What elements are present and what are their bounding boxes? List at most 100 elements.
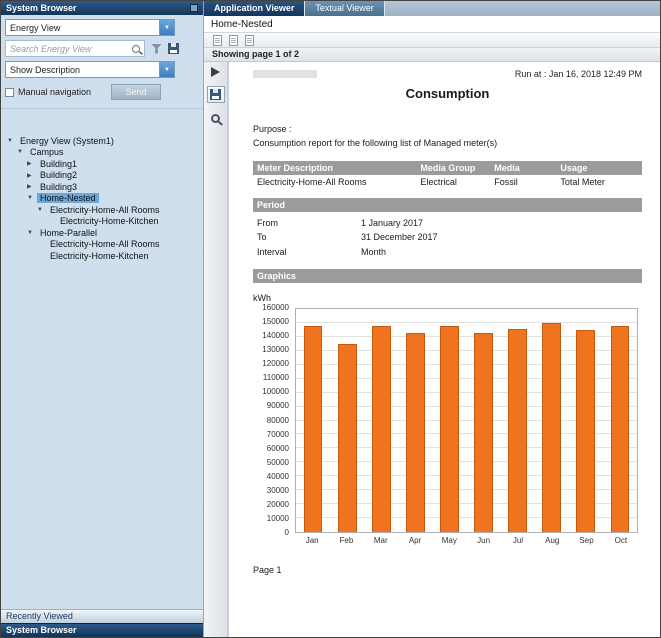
y-axis-tick-label: 50000: [267, 458, 289, 467]
print-page-icon[interactable]: [245, 35, 254, 46]
tree-item[interactable]: Electricity-Home-All Rooms: [1, 239, 203, 251]
y-axis-tick-label: 80000: [267, 416, 289, 425]
chevron-down-icon[interactable]: ▼: [159, 62, 174, 77]
system-tree: ▼Energy View (System1)▼Campus▶Building1▶…: [1, 135, 203, 609]
panel-pin-icon[interactable]: [190, 4, 198, 12]
chevron-expanded-icon[interactable]: ▼: [7, 138, 17, 144]
y-axis-tick-label: 110000: [263, 373, 289, 382]
system-browser-bar[interactable]: System Browser: [1, 623, 203, 637]
chart-bar-slot: [603, 309, 637, 532]
report-logo-placeholder: [253, 70, 317, 78]
viewer-side-toolbar: [204, 62, 228, 637]
tree-item[interactable]: ▶Building2: [1, 170, 203, 182]
x-axis-tick-label: Jun: [466, 536, 500, 545]
view-selector-dropdown[interactable]: Energy View ▼: [5, 19, 175, 36]
search-input[interactable]: [10, 44, 129, 54]
tree-item[interactable]: Electricity-Home-Kitchen: [1, 250, 203, 262]
chevron-collapsed-icon[interactable]: ▶: [27, 160, 37, 167]
zoom-icon[interactable]: [211, 114, 220, 123]
run-report-icon[interactable]: [211, 67, 220, 77]
tree-item-label: Electricity-Home-All Rooms: [47, 205, 163, 215]
run-at-timestamp: Run at : Jan 16, 2018 12:49 PM: [515, 69, 642, 79]
chevron-down-icon[interactable]: ▼: [159, 20, 174, 35]
tree-item-label: Building3: [37, 182, 80, 192]
tree-item[interactable]: ▼Home-Parallel: [1, 227, 203, 239]
display-mode-dropdown[interactable]: Show Description ▼: [5, 61, 175, 78]
meter-table-header-cell: Media: [490, 161, 556, 175]
tree-item[interactable]: Electricity-Home-Kitchen: [1, 216, 203, 228]
y-axis-tick-label: 130000: [262, 345, 289, 354]
chart-bar: [611, 326, 630, 532]
manual-navigation-checkbox[interactable]: [5, 88, 14, 97]
period-label: From: [257, 216, 361, 230]
filter-icon[interactable]: [151, 44, 162, 54]
chart-bar-slot: [364, 309, 398, 532]
manual-navigation-row: Manual navigation Send: [5, 84, 199, 100]
meter-table-cell: Total Meter: [556, 175, 642, 189]
period-row: IntervalMonth: [257, 245, 638, 259]
viewer-toolbar: [204, 33, 660, 48]
chevron-expanded-icon[interactable]: ▼: [27, 230, 37, 236]
breadcrumb: Home-Nested: [211, 19, 273, 30]
tab-application-viewer[interactable]: Application Viewer: [204, 1, 305, 16]
y-axis-tick-label: 150000: [262, 317, 289, 326]
chevron-collapsed-icon[interactable]: ▶: [27, 183, 37, 190]
system-browser-header[interactable]: System Browser: [1, 1, 203, 15]
report-page: Run at : Jan 16, 2018 12:49 PM Consumpti…: [228, 62, 660, 637]
tree-item[interactable]: ▼Campus: [1, 147, 203, 159]
breadcrumb-row: Home-Nested: [204, 16, 660, 33]
chevron-collapsed-icon[interactable]: ▶: [27, 172, 37, 179]
chevron-expanded-icon[interactable]: ▼: [37, 207, 47, 213]
y-axis-tick-label: 40000: [267, 472, 289, 481]
tree-item[interactable]: ▼Home-Nested: [1, 193, 203, 205]
chart-bar-slot: [569, 309, 603, 532]
chevron-expanded-icon[interactable]: ▼: [27, 195, 37, 201]
view-selector-value: Energy View: [6, 23, 159, 33]
x-axis-tick-label: Sep: [569, 536, 603, 545]
period-section-header: Period: [253, 198, 642, 212]
chart-column: JanFebMarAprMayJunJulAugSepOct: [295, 308, 638, 545]
send-button[interactable]: Send: [111, 84, 161, 100]
tree-item[interactable]: ▶Building3: [1, 181, 203, 193]
tree-item-label: Building1: [37, 159, 80, 169]
search-input-wrap[interactable]: [5, 40, 145, 57]
display-mode-value: Show Description: [6, 65, 159, 75]
purpose-label: Purpose :: [253, 123, 642, 137]
next-page-icon[interactable]: [229, 35, 238, 46]
chart-bar: [576, 330, 595, 532]
y-axis-tick-label: 100000: [262, 387, 289, 396]
export-page-icon[interactable]: [213, 35, 222, 46]
tab-textual-viewer[interactable]: Textual Viewer: [305, 1, 384, 16]
chart-unit-label: kWh: [253, 293, 642, 303]
meter-table-row: Electricity-Home-All RoomsElectricalFoss…: [253, 175, 642, 189]
tree-item[interactable]: ▼Electricity-Home-All Rooms: [1, 204, 203, 216]
period-value: 31 December 2017: [361, 230, 438, 244]
tree-item[interactable]: ▼Energy View (System1): [1, 135, 203, 147]
paging-status: Showing page 1 of 2: [212, 49, 299, 59]
x-axis-tick-label: Jan: [295, 536, 329, 545]
chart-x-axis: JanFebMarAprMayJunJulAugSepOct: [295, 536, 638, 545]
meter-table-header: Meter DescriptionMedia GroupMediaUsage: [253, 161, 642, 175]
chart-y-axis: 0100002000030000400005000060000700008000…: [253, 308, 295, 533]
save-filter-icon[interactable]: [168, 43, 179, 54]
period-rows: From1 January 2017To31 December 2017Inte…: [253, 212, 642, 260]
meter-table: Meter DescriptionMedia GroupMediaUsageEl…: [253, 161, 642, 189]
recently-viewed-bar[interactable]: Recently Viewed: [1, 609, 203, 623]
search-icon[interactable]: [132, 45, 140, 53]
tree-item-label: Electricity-Home-Kitchen: [57, 216, 162, 226]
meter-table-cell: Electrical: [416, 175, 490, 189]
tree-item[interactable]: ▶Building1: [1, 158, 203, 170]
tree-item-label: Energy View (System1): [17, 136, 117, 146]
chart-bar-slot: [330, 309, 364, 532]
period-value: Month: [361, 245, 386, 259]
tree-item-label: Electricity-Home-All Rooms: [47, 239, 163, 249]
panel-title: System Browser: [6, 1, 77, 15]
app-window: System Browser Energy View ▼ Show Descri…: [0, 0, 661, 638]
x-axis-tick-label: Apr: [398, 536, 432, 545]
tree-item-label: Electricity-Home-Kitchen: [47, 251, 152, 261]
x-axis-tick-label: Mar: [364, 536, 398, 545]
save-report-button[interactable]: [207, 86, 225, 103]
browser-controls: Energy View ▼ Show Description ▼ Manual …: [1, 15, 203, 109]
chevron-expanded-icon[interactable]: ▼: [17, 149, 27, 155]
chart-bar: [406, 333, 425, 532]
